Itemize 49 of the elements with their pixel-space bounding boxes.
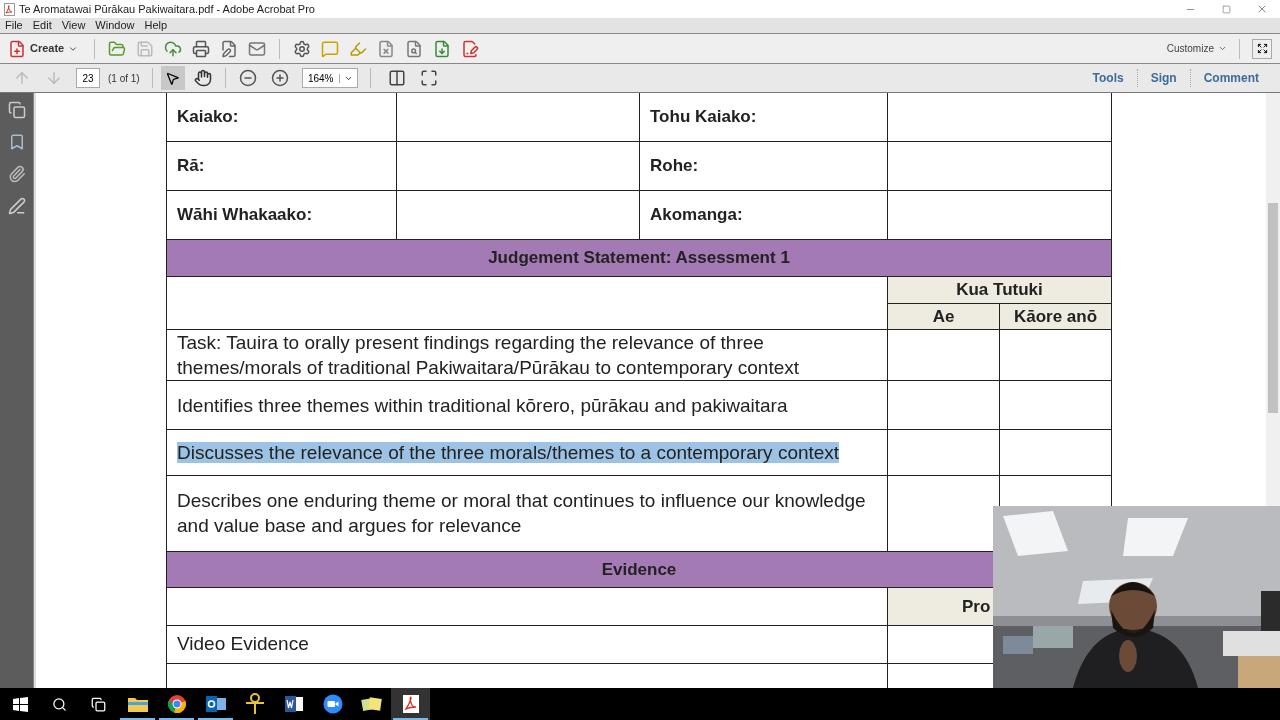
windows-logo-icon xyxy=(12,696,28,712)
pane-tab[interactable]: Tools xyxy=(1079,69,1137,87)
page-number-field[interactable]: 23 xyxy=(76,68,100,88)
word-icon xyxy=(283,694,304,714)
mail-app-icon xyxy=(204,694,227,714)
criterion-text: Discusses the relevance of the three morals/themes to a contemporary context xyxy=(177,442,840,463)
create-document-icon xyxy=(8,39,26,58)
restore-icon xyxy=(1221,4,1231,14)
criterion-text: Task: Tauira to orally present findings regarding the relevance of three themes/morals of traditional Pakiwaitara/Pūrākau to contemporary context xyxy=(177,332,800,378)
field-label: Akomanga: xyxy=(650,204,743,224)
menu-item[interactable]: Edit xyxy=(32,17,52,34)
field-label: Rā: xyxy=(177,155,205,175)
field-label: Rohe: xyxy=(650,155,699,175)
field-label: Tohu Kaiako: xyxy=(650,107,757,126)
menu-item[interactable]: File xyxy=(5,17,23,34)
field-label: Kaiako: xyxy=(177,107,239,126)
video-call-icon xyxy=(322,694,343,714)
folder-icon xyxy=(126,695,149,713)
section-header: Judgement Statement: Assessment 1 xyxy=(166,239,1112,276)
caret-icon xyxy=(1218,44,1227,53)
column-header: Kua Tutuki xyxy=(887,276,1112,303)
taskbar-app[interactable] xyxy=(391,688,430,720)
chrome-icon xyxy=(166,694,187,714)
customize-button[interactable]: Customize xyxy=(1166,41,1227,56)
select-tool-icon[interactable] xyxy=(160,66,185,90)
pane-tab[interactable]: Comment xyxy=(1189,69,1272,87)
pages-icon[interactable] xyxy=(7,101,26,119)
column-header: Kāore anō xyxy=(999,303,1112,330)
evidence-label: Video Evidence xyxy=(177,633,309,655)
column-header: Ae xyxy=(887,303,1000,330)
criterion-text: Identifies three themes within traditional kōrero, pūrākau and pakiwaitara xyxy=(177,394,788,416)
sticky-notes-icon xyxy=(360,695,383,713)
close-icon xyxy=(1256,3,1268,15)
attachment-icon[interactable] xyxy=(7,165,26,183)
scrollbar-thumb[interactable] xyxy=(1268,203,1278,413)
menu-item[interactable]: Help xyxy=(144,17,168,34)
zoom-field[interactable]: 164% xyxy=(301,68,358,88)
page-count: (1 of 1) xyxy=(108,71,140,86)
criterion-text: Describes one enduring theme or moral that continues to influence our knowledge and value base and argues for relevance xyxy=(177,490,866,536)
key-icon xyxy=(244,693,265,715)
menu-item[interactable]: View xyxy=(61,17,86,34)
column-header: Pro xyxy=(962,596,991,616)
create-button[interactable]: Create xyxy=(8,39,87,58)
pdf-app-icon xyxy=(401,694,420,714)
field-label: Wāhi Whakaako: xyxy=(177,204,313,224)
window-title: Te Aromatawai Pūrākau Pakiwaitara.pdf - Adobe Acrobat Pro xyxy=(19,1,315,17)
menu-item[interactable]: Window xyxy=(95,17,135,34)
pane-tab[interactable]: Sign xyxy=(1136,69,1190,87)
signature-icon[interactable] xyxy=(7,197,26,215)
